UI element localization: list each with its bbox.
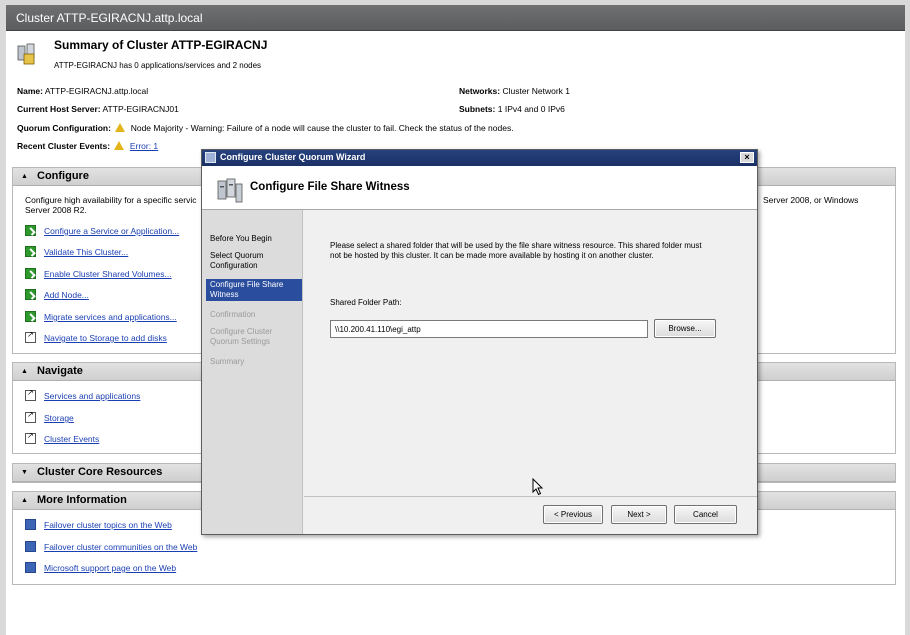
shortcut-icon [25,330,36,343]
navigate-storage-item[interactable]: Navigate to Storage to add disks [25,330,167,343]
quorum-wizard-dialog: Configure Cluster Quorum Wizard × Config… [201,149,758,535]
subnets-row: Subnets: 1 IPv4 and 0 IPv6 [459,104,565,114]
path-label: Shared Folder Path: [330,298,402,307]
name-row: Name: ATTP-EGIRACNJ.attp.local [17,86,148,96]
storage-item[interactable]: Storage [25,410,74,423]
configure-header-label: Configure [37,170,89,182]
step-select-quorum[interactable]: Select Quorum Configuration [208,250,300,272]
navigate-storage-link[interactable]: Navigate to Storage to add disks [44,333,167,343]
shortcut-icon [25,410,36,423]
events-link[interactable]: Error: 1 [130,141,158,151]
step-summary: Summary [210,357,245,366]
enable-csv-item[interactable]: Enable Cluster Shared Volumes... [25,268,172,279]
core-resources-header-label: Cluster Core Resources [37,466,163,478]
wizard-icon [25,225,36,236]
quorum-label: Quorum Configuration: [17,123,111,133]
cluster-events-link[interactable]: Cluster Events [44,434,99,444]
communities-web-item[interactable]: Failover cluster communities on the Web [25,541,197,552]
support-page-item[interactable]: Microsoft support page on the Web [25,562,176,573]
topics-web-link[interactable]: Failover cluster topics on the Web [44,520,172,530]
cluster-icon [17,43,35,65]
configure-service-link[interactable]: Configure a Service or Application... [44,226,179,236]
services-applications-item[interactable]: Services and applications [25,388,140,401]
window-title: Cluster ATTP-EGIRACNJ.attp.local [16,11,203,25]
next-button[interactable]: Next > [611,505,667,524]
networks-value: Cluster Network 1 [502,86,571,96]
services-applications-link[interactable]: Services and applications [44,391,140,401]
help-book-icon [25,519,36,530]
warning-icon [115,123,126,132]
add-node-link[interactable]: Add Node... [44,290,89,300]
wizard-icon [25,289,36,300]
dialog-header-title: Configure File Share Witness [250,181,410,193]
add-node-item[interactable]: Add Node... [25,289,89,300]
migrate-services-item[interactable]: Migrate services and applications... [25,311,177,322]
instructions-text: Please select a shared folder that will … [330,241,702,260]
events-label: Recent Cluster Events: [17,141,111,151]
host-value: ATTP-EGIRACNJ01 [102,104,179,114]
collapse-arrow-icon: ▲ [21,368,28,375]
window-title-bar: Cluster ATTP-EGIRACNJ.attp.local [6,5,905,31]
subnets-value: 1 IPv4 and 0 IPv6 [497,104,565,114]
browse-button[interactable]: Browse... [654,319,716,338]
shared-folder-path-input[interactable] [330,320,648,338]
cancel-button[interactable]: Cancel [674,505,737,524]
navigate-header-label: Navigate [37,365,83,377]
wizard-icon [25,246,36,257]
wizard-icon [25,268,36,279]
help-book-icon [25,562,36,573]
wizard-steps: Before You Begin Select Quorum Configura… [202,210,303,534]
expand-arrow-icon: ▼ [21,469,28,476]
name-value: ATTP-EGIRACNJ.attp.local [44,86,149,96]
quorum-row: Quorum Configuration: Node Majority - Wa… [17,123,514,133]
file-share-witness-icon [217,178,243,203]
host-label: Current Host Server: [17,104,101,114]
configure-desc-line-1: Configure high availability for a specif… [25,195,197,205]
step-before-you-begin[interactable]: Before You Begin [208,233,300,245]
summary-title: Summary of Cluster ATTP-EGIRACNJ [54,38,268,52]
configure-description: Configure high availability for a specif… [25,195,197,215]
enable-csv-link[interactable]: Enable Cluster Shared Volumes... [44,269,172,279]
host-row: Current Host Server: ATTP-EGIRACNJ01 [17,104,179,114]
shortcut-icon [25,388,36,401]
configure-desc-line-2: Server 2008 R2. [25,205,87,215]
help-book-icon [25,541,36,552]
close-icon[interactable]: × [740,152,754,163]
configure-desc-right: Server 2008, or Windows [763,195,859,205]
step-confirmation: Confirmation [210,310,256,319]
networks-label: Networks: [459,86,501,96]
dialog-title-bar[interactable]: Configure Cluster Quorum Wizard × [202,150,757,166]
networks-row: Networks: Cluster Network 1 [459,86,570,96]
topics-web-item[interactable]: Failover cluster topics on the Web [25,519,172,530]
dialog-header: Configure File Share Witness [202,166,757,210]
quorum-value: Node Majority - Warning: Failure of a no… [130,123,514,133]
mouse-cursor-icon [532,478,544,496]
step-configure-settings: Configure Cluster Quorum Settings [210,327,273,346]
step-file-share-witness[interactable]: Configure File Share Witness [206,279,302,301]
validate-cluster-item[interactable]: Validate This Cluster... [25,246,128,257]
summary-subtitle: ATTP-EGIRACNJ has 0 applications/service… [54,61,262,70]
subnets-label: Subnets: [459,104,496,114]
storage-link[interactable]: Storage [44,413,74,423]
name-label: Name: [17,86,43,96]
migrate-services-link[interactable]: Migrate services and applications... [44,312,177,322]
previous-button[interactable]: < Previous [543,505,603,524]
dialog-footer: < Previous Next > Cancel [304,496,757,534]
dialog-title: Configure Cluster Quorum Wizard [220,152,366,162]
warning-icon [114,141,125,150]
configure-service-item[interactable]: Configure a Service or Application... [25,225,179,236]
wizard-window-icon [205,152,216,163]
wizard-content: Please select a shared folder that will … [304,210,757,496]
communities-web-link[interactable]: Failover cluster communities on the Web [44,542,197,552]
wizard-icon [25,311,36,322]
cluster-events-item[interactable]: Cluster Events [25,431,99,444]
events-row: Recent Cluster Events: Error: 1 [17,141,158,151]
collapse-arrow-icon: ▲ [21,497,28,504]
shortcut-icon [25,431,36,444]
validate-cluster-link[interactable]: Validate This Cluster... [44,247,128,257]
more-info-header-label: More Information [37,494,127,506]
collapse-arrow-icon: ▲ [21,173,28,180]
support-page-link[interactable]: Microsoft support page on the Web [44,563,176,573]
